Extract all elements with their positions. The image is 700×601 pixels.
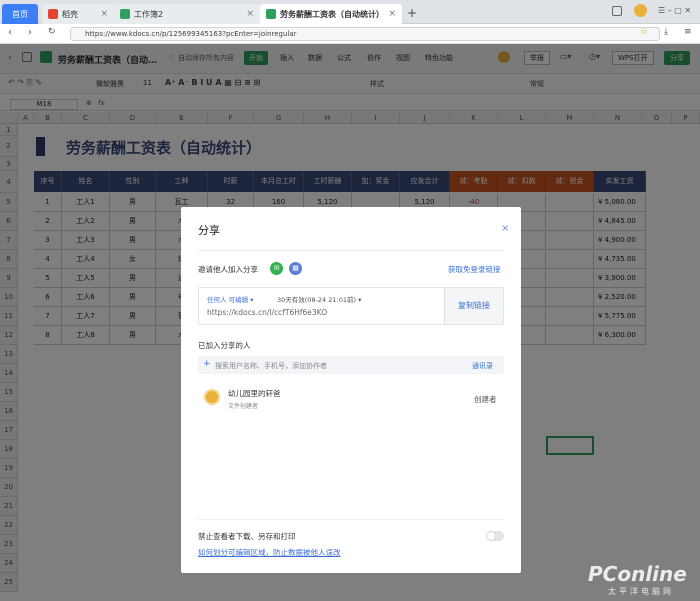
user-name: 幼儿园里的轩爸 bbox=[228, 389, 281, 398]
close-icon[interactable]: × bbox=[388, 9, 396, 19]
dialog-title: 分享 bbox=[198, 224, 220, 237]
url-field[interactable]: https://www.kdocs.cn/p/125699345163?pcEn… bbox=[70, 27, 660, 41]
contacts-button[interactable]: 通讯录 bbox=[472, 361, 493, 371]
back-icon[interactable]: ‹ bbox=[8, 27, 12, 38]
tab-workbook2[interactable]: 工作簿2 × bbox=[114, 4, 260, 24]
search-placeholder[interactable]: 搜索用户名称、手机号，添加协作者 bbox=[215, 361, 327, 371]
add-icon[interactable]: + bbox=[203, 359, 211, 369]
user-subtitle: 文件创建者 bbox=[228, 403, 259, 410]
download-icon[interactable]: ⤓ bbox=[664, 27, 668, 37]
refresh-icon[interactable]: ↻ bbox=[48, 27, 56, 37]
qrcode-icon[interactable]: ▦ bbox=[289, 262, 302, 275]
watermark-brand: PConline bbox=[588, 562, 687, 586]
joined-label: 已加入分享的人 bbox=[198, 341, 251, 350]
forward-icon[interactable]: › bbox=[28, 27, 32, 38]
new-tab-button[interactable]: + bbox=[407, 6, 417, 20]
copy-link-button[interactable]: 复制链接 bbox=[444, 288, 503, 324]
avatar[interactable] bbox=[634, 4, 647, 17]
user-avatar bbox=[204, 389, 220, 405]
sheet-icon bbox=[120, 9, 130, 19]
tab-label: 劳务薪酬工资表（自动统计） bbox=[280, 9, 384, 19]
share-dialog: 分享 × 邀请他人加入分享 ✉ ▦ 获取免登录链接 任何人 可编辑 ▾ 30天有… bbox=[181, 207, 521, 573]
tab-docer[interactable]: 稻壳 × bbox=[42, 4, 114, 24]
invite-label: 邀请他人加入分享 bbox=[198, 265, 258, 274]
watermark-sub: 太平洋电脑网 bbox=[608, 587, 674, 596]
tab-home[interactable]: 首页 bbox=[2, 4, 38, 24]
close-icon[interactable]: × bbox=[100, 9, 108, 19]
docer-icon bbox=[48, 9, 58, 19]
close-icon[interactable]: × bbox=[501, 223, 509, 234]
restrict-toggle[interactable] bbox=[486, 531, 504, 541]
user-role: 创建者 bbox=[474, 395, 497, 404]
share-link-text[interactable]: https://kdocs.cn/l/ccfT6Hf6e3KO bbox=[207, 308, 327, 317]
reader-icon[interactable] bbox=[612, 6, 622, 16]
menu-icon[interactable]: ≡ bbox=[684, 27, 692, 37]
expiry-select[interactable]: 30天有效(08-24 21:01前) ▾ bbox=[277, 294, 361, 304]
tab-label: 稻壳 bbox=[62, 9, 78, 19]
close-icon[interactable]: × bbox=[246, 9, 254, 19]
sheet-icon bbox=[266, 9, 276, 19]
wechat-icon[interactable]: ✉ bbox=[270, 262, 283, 275]
divider bbox=[198, 250, 504, 251]
help-link[interactable]: 如何划分可编辑区域，防止数据被他人误改 bbox=[198, 547, 341, 558]
tab-label: 工作簿2 bbox=[134, 9, 164, 19]
tab-label: 首页 bbox=[12, 9, 28, 19]
tab-active-salary[interactable]: 劳务薪酬工资表（自动统计） × bbox=[260, 4, 402, 24]
star-icon[interactable]: ☆ bbox=[640, 27, 648, 37]
permission-select[interactable]: 任何人 可编辑 ▾ bbox=[207, 294, 253, 304]
window-controls-icon[interactable]: ☰ – ▢ ✕ bbox=[658, 6, 691, 15]
restrict-label: 禁止查看者下载、另存和打印 bbox=[198, 532, 296, 541]
get-link-button[interactable]: 获取免登录链接 bbox=[448, 264, 501, 275]
divider bbox=[198, 519, 504, 520]
